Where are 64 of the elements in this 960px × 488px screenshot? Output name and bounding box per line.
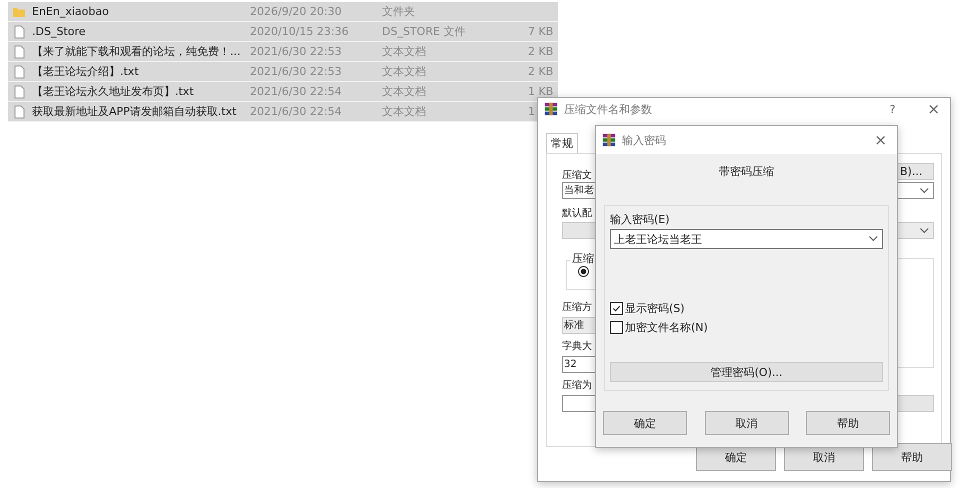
dialog-button[interactable]: 帮助	[806, 411, 890, 435]
checkbox-option[interactable]: 加密文件名称(N)	[610, 320, 883, 335]
file-type: 文本文档	[382, 104, 427, 119]
browse-button[interactable]: B)...	[896, 163, 934, 180]
file-size: 1	[528, 105, 535, 118]
file-date: 2021/6/30 22:53	[250, 65, 343, 78]
file-date: 2021/6/30 22:54	[250, 85, 343, 98]
file-type: DS_STORE 文件	[382, 24, 466, 39]
file-size: 2 KB	[528, 65, 554, 78]
field-label: 压缩为	[562, 378, 592, 392]
document-icon	[12, 104, 26, 118]
file-size: 1 KB	[528, 85, 554, 98]
field-label: 压缩文	[562, 168, 592, 182]
file-name: 获取最新地址及APP请发邮箱自动获取.txt	[32, 104, 238, 119]
close-button[interactable]: ×	[927, 100, 940, 118]
file-name: EnEn_xiaobao	[32, 5, 110, 18]
file-name: 【老王论坛永久地址发布页】.txt	[32, 84, 195, 99]
file-row[interactable]: 【老王论坛介绍】.txt 2021/6/30 22:53 文本文档 2 KB	[8, 62, 558, 82]
organize-passwords-button[interactable]: 管理密码(O)...	[610, 362, 883, 382]
file-type: 文本文档	[382, 64, 427, 79]
group-label: 压缩	[570, 251, 596, 266]
file-type: 文本文档	[382, 44, 427, 59]
file-type: 文件夹	[382, 4, 416, 19]
checkbox[interactable]	[610, 321, 623, 334]
file-row[interactable]: EnEn_xiaobao 2026/9/20 20:30 文件夹	[8, 2, 558, 22]
file-type: 文本文档	[382, 84, 427, 99]
checkbox-option[interactable]: 显示密码(S)	[610, 301, 883, 316]
dialog-button[interactable]: 取消	[704, 411, 788, 435]
checkmark-icon	[612, 304, 621, 313]
document-icon	[12, 64, 26, 78]
field-label: 默认配	[562, 207, 592, 220]
file-name: 【来了就能下载和观看的论坛，纯免费！...	[32, 44, 242, 59]
file-row[interactable]: 【老王论坛永久地址发布页】.txt 2021/6/30 22:54 文本文档 1 KB	[8, 82, 558, 102]
profile-dropdown[interactable]	[896, 222, 934, 239]
dialog-button[interactable]: 确定	[603, 411, 687, 435]
file-date: 2026/9/20 20:30	[250, 5, 343, 18]
field-label: 字典大	[562, 340, 592, 353]
file-date: 2020/10/15 23:36	[250, 25, 350, 38]
app-icon	[544, 102, 558, 116]
dialog-heading: 带密码压缩	[718, 164, 775, 179]
archive-name-dropdown[interactable]	[896, 182, 934, 199]
file-size: 2 KB	[528, 45, 554, 58]
field-label: 压缩方	[562, 300, 592, 314]
window-title: 输入密码	[622, 132, 667, 148]
app-icon	[602, 133, 616, 147]
close-button[interactable]: ×	[874, 131, 887, 149]
file-row[interactable]: .DS_Store 2020/10/15 23:36 DS_STORE 文件 7 KB	[8, 22, 558, 42]
help-button[interactable]: ?	[890, 102, 896, 116]
file-date: 2021/6/30 22:53	[250, 45, 343, 58]
document-icon	[12, 84, 26, 98]
field-label: 输入密码(E)	[610, 212, 671, 227]
file-date: 2021/6/30 22:54	[250, 105, 343, 118]
file-name: .DS_Store	[32, 25, 87, 38]
window-title: 压缩文件名和参数	[564, 102, 653, 116]
file-row[interactable]: 【来了就能下载和观看的论坛，纯免费！... 2021/6/30 22:53 文本文档 2 KB	[8, 42, 558, 62]
password-field[interactable]: 上老王论坛当老王	[610, 229, 883, 249]
dialog-button[interactable]: 帮助	[872, 443, 952, 471]
checkbox[interactable]	[610, 302, 623, 315]
document-icon	[12, 44, 26, 58]
document-icon	[12, 24, 26, 38]
file-size: 7 KB	[528, 25, 554, 38]
button[interactable]	[896, 395, 934, 412]
file-name: 【老王论坛介绍】.txt	[32, 64, 140, 79]
tab[interactable]: 常规	[546, 133, 578, 153]
